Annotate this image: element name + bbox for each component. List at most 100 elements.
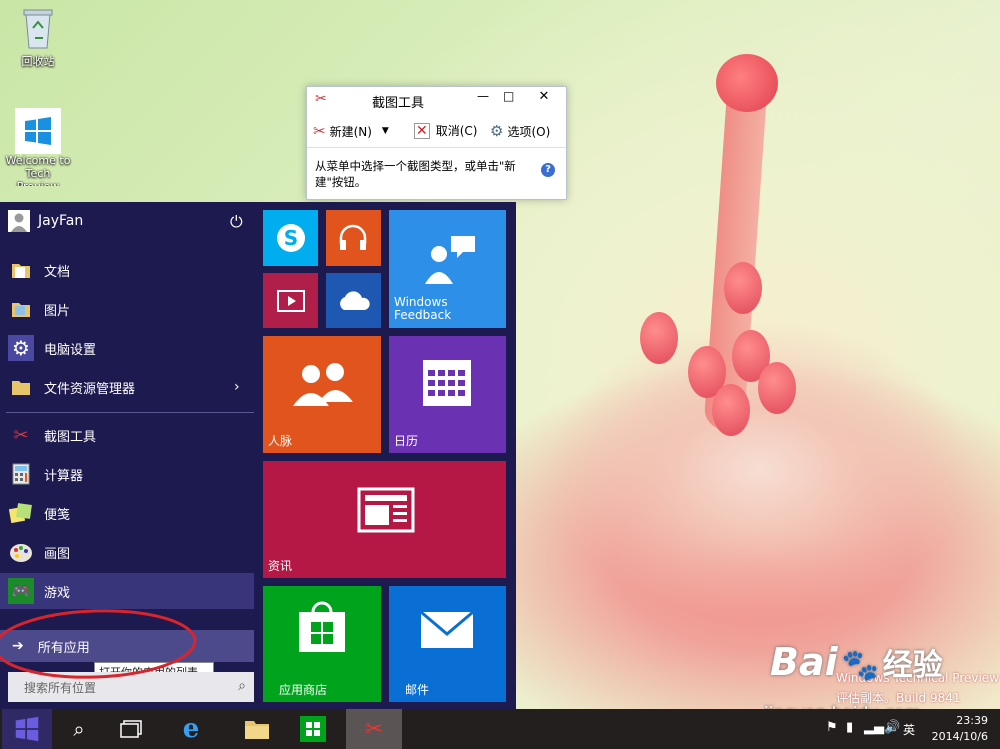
taskbar-store[interactable] (288, 709, 338, 749)
app-label: 截图工具 (44, 429, 97, 445)
minimize-button[interactable]: — (477, 89, 489, 103)
tile-windows-feedback[interactable]: Windows Feedback (389, 210, 506, 328)
task-view-button[interactable] (106, 709, 156, 749)
snipping-title: 截图工具 (372, 96, 425, 111)
search-icon: ⌕ (73, 717, 85, 741)
tile-label: 邮件 (405, 683, 430, 697)
chevron-down-icon[interactable]: ▼ (382, 126, 389, 136)
tile-onedrive[interactable] (326, 273, 381, 328)
place-pc-settings[interactable]: ⚙ 电脑设置 (0, 330, 254, 366)
battery-icon[interactable]: ▮ (846, 720, 853, 735)
app-snipping-tool[interactable]: ✂ 截图工具 (0, 417, 254, 453)
recycle-bin-label: 回收站 (21, 55, 55, 68)
search-icon[interactable]: ⌕ (238, 678, 246, 694)
folder-icon (8, 257, 34, 283)
close-button[interactable]: ✕ (529, 89, 559, 104)
chevron-right-icon[interactable]: › (234, 379, 240, 395)
maximize-button[interactable]: □ (503, 89, 514, 103)
app-sticky-notes[interactable]: 便笺 (0, 495, 254, 531)
place-label: 文档 (44, 264, 71, 280)
scissors-icon: ✂ (13, 424, 29, 446)
place-label: 电脑设置 (44, 342, 97, 358)
taskbar-file-explorer[interactable] (232, 709, 282, 749)
windows-logo-icon (15, 108, 61, 154)
menu-divider (6, 412, 254, 413)
power-icon[interactable]: ⏻ (230, 212, 243, 232)
taskbar-search-button[interactable]: ⌕ (54, 709, 104, 749)
tile-calendar[interactable]: 日历 (389, 336, 506, 453)
news-icon (357, 487, 415, 533)
taskbar: ⌕ e ✂ ⚑ ▮ ▂▄ 🔊 英 23:39 2014/10/6 (0, 709, 1000, 749)
start-menu: JayFan ⏻ 文档 图片 ⚙ 电脑设置 文件资源管理器 › ✂ 截图工具 计… (0, 202, 516, 709)
clock-date: 2014/10/6 (931, 730, 988, 743)
user-avatar-icon (8, 210, 30, 232)
store-icon (299, 601, 345, 652)
tile-store[interactable]: 应用商店 (263, 586, 381, 702)
network-icon[interactable]: ▂▄ (864, 720, 884, 735)
tile-video[interactable] (263, 273, 318, 328)
options-button[interactable]: ⚙ 选项(O) (490, 122, 550, 140)
clock-time: 23:39 (956, 714, 988, 727)
tile-label: 资讯 (268, 559, 293, 573)
paw-icon: 🐾 (841, 648, 879, 683)
app-paint[interactable]: 画图 (0, 534, 254, 570)
baidu-text: Bai (770, 640, 838, 684)
help-icon[interactable]: ? (541, 163, 555, 177)
flower-stamen (758, 362, 796, 414)
place-documents[interactable]: 文档 (0, 252, 254, 288)
taskbar-ie[interactable]: e (166, 709, 216, 749)
user-account[interactable]: JayFan (8, 210, 83, 232)
flower-stamen (712, 384, 750, 436)
recycle-bin-shortcut[interactable]: 回收站 (2, 6, 74, 69)
place-pictures[interactable]: 图片 (0, 291, 254, 327)
snipping-app-icon: ✂ (315, 91, 327, 107)
new-snip-label: 新建(N) (329, 124, 372, 139)
gamepad-icon: 🎮 (8, 578, 34, 604)
sticky-note-icon (8, 500, 34, 526)
tile-label: 日历 (394, 434, 419, 448)
app-label: 游戏 (44, 585, 71, 601)
flower-stamen (640, 312, 678, 364)
clock[interactable]: 23:39 2014/10/6 (922, 713, 988, 745)
place-label: 图片 (44, 303, 71, 319)
mail-icon (420, 610, 474, 648)
taskbar-snipping-tool[interactable]: ✂ (346, 709, 402, 749)
calendar-icon (423, 360, 471, 406)
tile-label: 人脉 (268, 434, 293, 448)
start-button[interactable] (2, 709, 52, 749)
scissors-icon: ✂ (364, 716, 384, 742)
tile-news[interactable]: 资讯 (263, 461, 506, 578)
place-file-explorer[interactable]: 文件资源管理器 › (0, 369, 254, 405)
new-snip-button[interactable]: ✂ 新建(N) ▼ (313, 122, 389, 140)
baidu-jy: 经验 (882, 648, 943, 683)
skype-icon: S (277, 224, 305, 252)
flag-icon[interactable]: ⚑ (826, 720, 838, 735)
place-label: 文件资源管理器 (44, 381, 136, 397)
app-label: 画图 (44, 546, 71, 562)
tile-mail[interactable]: 邮件 (389, 586, 506, 702)
flower-stamen (724, 262, 762, 314)
feedback-icon (425, 236, 475, 284)
volume-icon[interactable]: 🔊 (884, 720, 900, 735)
task-view-icon (120, 720, 142, 738)
tile-people[interactable]: 人脉 (263, 336, 381, 453)
store-icon (300, 716, 326, 742)
ime-indicator[interactable]: 英 (903, 721, 915, 738)
scissors-icon: ✂ (313, 122, 326, 140)
tile-skype[interactable]: S (263, 210, 318, 266)
windows-logo-icon (15, 716, 39, 742)
welcome-shortcut[interactable]: Welcome to Tech Preview (2, 108, 74, 186)
app-label: 便笺 (44, 507, 71, 523)
cancel-button[interactable]: ✕ 取消(C) (414, 122, 477, 139)
tile-music[interactable] (326, 210, 381, 266)
palette-icon (8, 539, 34, 565)
cancel-label: 取消(C) (435, 124, 478, 138)
user-name: JayFan (38, 213, 84, 229)
headphones-icon (339, 224, 367, 250)
cloud-icon (340, 291, 370, 310)
app-calculator[interactable]: 计算器 (0, 456, 254, 492)
app-label: 计算器 (44, 468, 84, 484)
snipping-tool-window: ✂ 截图工具 — □ ✕ ✂ 新建(N) ▼ ✕ 取消(C) ⚙ 选项(O) 从… (306, 86, 567, 200)
flower-bud (716, 54, 778, 112)
internet-explorer-icon: e (182, 714, 200, 744)
